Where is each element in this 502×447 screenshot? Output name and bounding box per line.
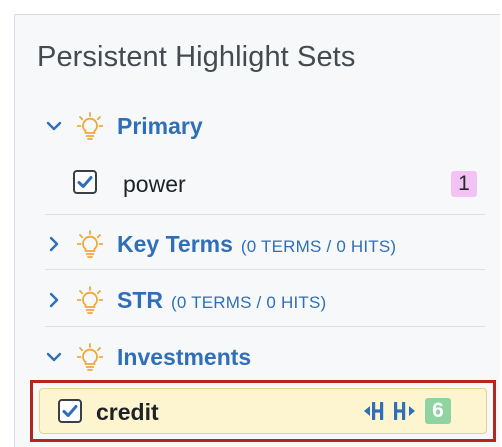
- term-checkbox[interactable]: [73, 170, 97, 194]
- selection-outline: credit 6: [30, 380, 496, 442]
- divider: [45, 214, 485, 215]
- chevron-right-icon[interactable]: [45, 291, 63, 309]
- set-name-label[interactable]: Investments: [117, 344, 251, 370]
- lightbulb-icon: [77, 286, 103, 314]
- lightbulb-icon: [77, 343, 103, 371]
- chevron-down-icon[interactable]: [45, 117, 63, 135]
- term-row-power[interactable]: power 1: [51, 161, 493, 207]
- set-name-label[interactable]: STR: [117, 287, 163, 313]
- term-checkbox[interactable]: [58, 399, 82, 423]
- set-row-investments[interactable]: Investments: [15, 338, 485, 378]
- set-row-key-terms[interactable]: Key Terms (0 TERMS / 0 HITS): [15, 225, 485, 265]
- panel-title: Persistent Highlight Sets: [37, 41, 356, 73]
- set-name[interactable]: Primary: [117, 113, 203, 140]
- divider: [45, 269, 485, 270]
- lightbulb-icon: [77, 112, 103, 140]
- set-row-primary[interactable]: Primary: [15, 107, 485, 147]
- jump-prev-icon[interactable]: [363, 399, 387, 423]
- term-row-credit[interactable]: credit 6: [39, 388, 487, 434]
- hit-count-badge: 1: [451, 171, 477, 197]
- set-name-label[interactable]: Primary: [117, 113, 203, 139]
- set-name[interactable]: Investments: [117, 344, 251, 371]
- divider: [45, 326, 485, 327]
- checkmark-icon: [77, 176, 93, 188]
- set-row-str[interactable]: STR (0 TERMS / 0 HITS): [15, 281, 485, 321]
- term-label: credit: [96, 399, 159, 425]
- hit-count-badge: 6: [425, 398, 451, 424]
- checkmark-icon: [62, 405, 78, 417]
- chevron-right-icon[interactable]: [45, 235, 63, 253]
- set-meta: (0 TERMS / 0 HITS): [240, 237, 397, 256]
- set-name[interactable]: STR (0 TERMS / 0 HITS): [117, 287, 326, 314]
- term-label: power: [123, 171, 186, 197]
- lightbulb-icon: [77, 230, 103, 258]
- set-meta: (0 TERMS / 0 HITS): [171, 293, 327, 312]
- chevron-down-icon[interactable]: [45, 348, 63, 366]
- set-name-label[interactable]: Key Terms: [117, 231, 233, 257]
- jump-next-icon[interactable]: [392, 399, 416, 423]
- set-name[interactable]: Key Terms (0 TERMS / 0 HITS): [117, 231, 396, 258]
